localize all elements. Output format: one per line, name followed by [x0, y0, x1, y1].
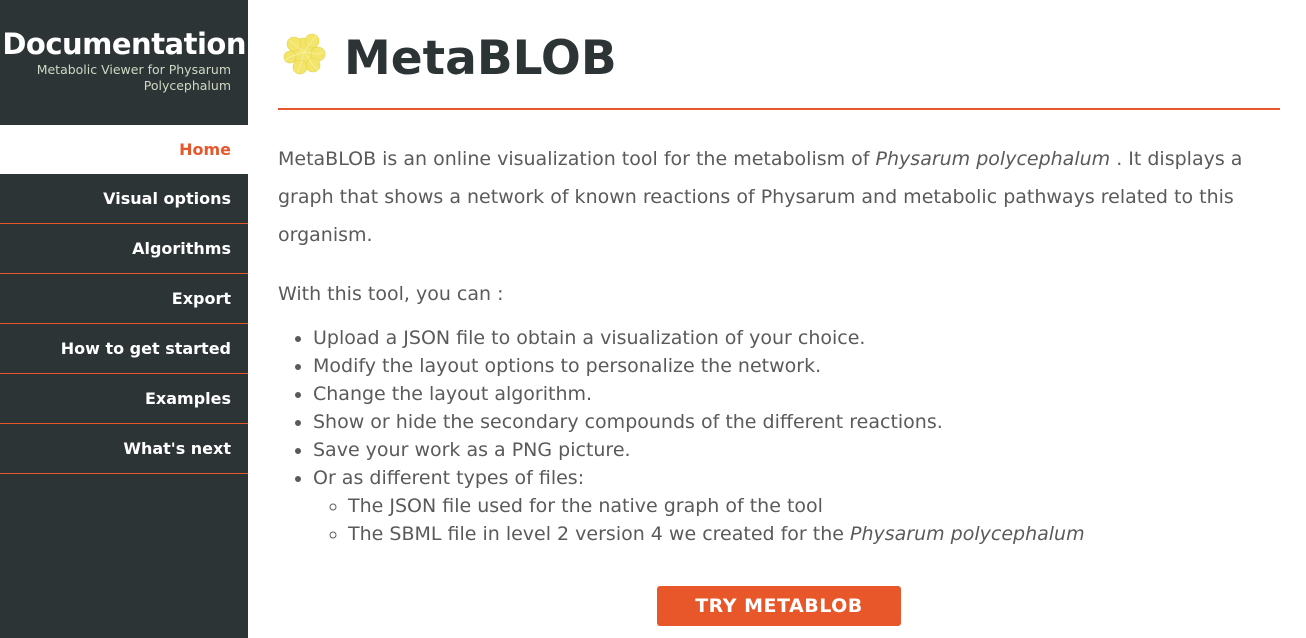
sidebar: Documentation Metabolic Viewer for Physa… — [0, 0, 248, 638]
list-item: Change the layout algorithm. — [313, 380, 1280, 408]
sidebar-item-how-to-get-started[interactable]: How to get started — [0, 324, 248, 374]
cta-wrapper: TRY METABLOB — [278, 586, 1280, 626]
sublist-item-species: Physarum polycephalum — [850, 523, 1085, 545]
features-list: Upload a JSON file to obtain a visualiza… — [278, 324, 1280, 548]
sublist-item: The JSON file used for the native graph … — [348, 492, 1280, 520]
sidebar-item-visual-options[interactable]: Visual options — [0, 174, 248, 224]
file-types-list: The JSON file used for the native graph … — [313, 492, 1280, 548]
list-item-text: Or as different types of files: — [313, 467, 585, 489]
page: Documentation Metabolic Viewer for Physa… — [0, 0, 1306, 638]
brand: Documentation Metabolic Viewer for Physa… — [0, 0, 248, 125]
page-header: MetaBLOB — [278, 0, 1280, 110]
physarum-logo-icon — [283, 33, 326, 75]
sidebar-title[interactable]: Documentation — [0, 26, 248, 62]
sublist-item: The SBML file in level 2 version 4 we cr… — [348, 520, 1280, 548]
sidebar-item-export[interactable]: Export — [0, 274, 248, 324]
try-metablob-button[interactable]: TRY METABLOB — [657, 586, 901, 626]
sidebar-subtitle: Metabolic Viewer for Physarum Polycephal… — [36, 62, 231, 93]
sidebar-item-algorithms[interactable]: Algorithms — [0, 224, 248, 274]
intro-paragraph: MetaBLOB is an online visualization tool… — [278, 140, 1280, 254]
sidebar-nav: Home Visual options Algorithms Export Ho… — [0, 125, 248, 474]
main-content: MetaBLOB MetaBLOB is an online visualiza… — [278, 0, 1280, 626]
page-title: MetaBLOB — [344, 31, 617, 86]
features-lead: With this tool, you can : — [278, 283, 504, 305]
sublist-item-text: The JSON file used for the native graph … — [348, 495, 823, 517]
intro-species: Physarum polycephalum — [875, 148, 1111, 170]
sidebar-item-home[interactable]: Home — [0, 125, 248, 174]
sidebar-item-examples[interactable]: Examples — [0, 374, 248, 424]
list-item: Save your work as a PNG picture. — [313, 436, 1280, 464]
list-item: Upload a JSON file to obtain a visualiza… — [313, 324, 1280, 352]
intro-text-before: MetaBLOB is an online visualization tool… — [278, 148, 876, 170]
sidebar-item-whats-next[interactable]: What's next — [0, 424, 248, 474]
list-item: Or as different types of files: The JSON… — [313, 464, 1280, 548]
list-item: Show or hide the secondary compounds of … — [313, 408, 1280, 436]
sublist-item-text: The SBML file in level 2 version 4 we cr… — [348, 523, 850, 545]
list-item: Modify the layout options to personalize… — [313, 352, 1280, 380]
